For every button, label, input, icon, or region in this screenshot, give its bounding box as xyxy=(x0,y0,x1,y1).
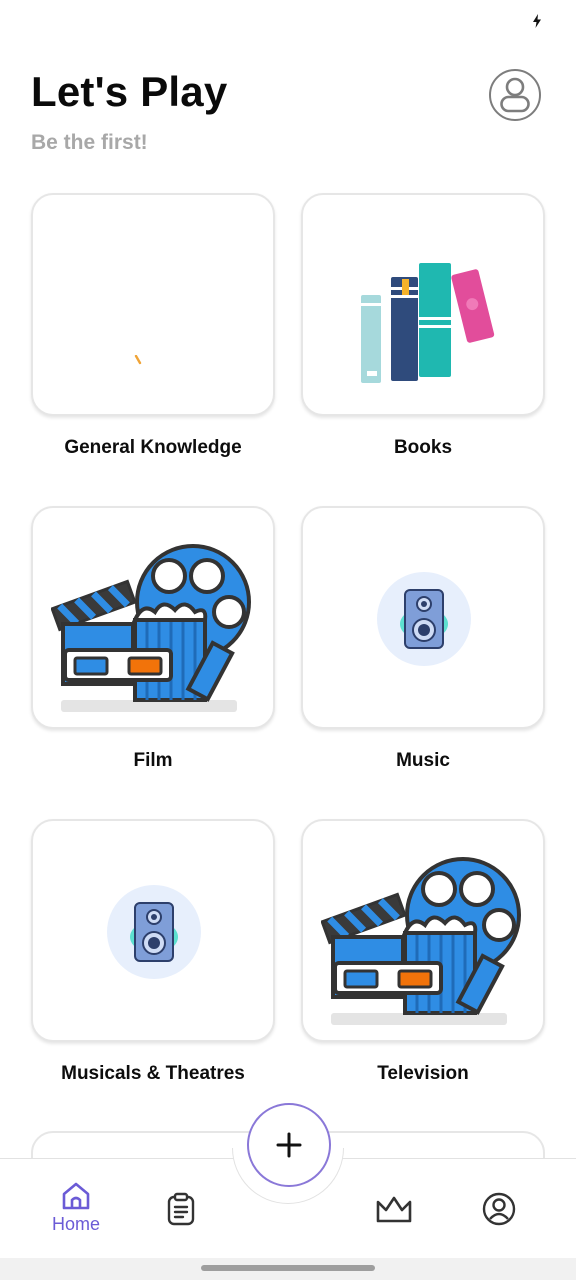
film-icon xyxy=(51,544,251,712)
user-icon xyxy=(500,77,530,113)
category-tile xyxy=(31,819,275,1042)
page-subtitle: Be the first! xyxy=(31,131,148,154)
speaker-icon xyxy=(377,572,471,666)
category-card-film[interactable]: Film xyxy=(31,506,275,772)
category-card-general-knowledge[interactable]: General Knowledge xyxy=(31,193,275,459)
category-tile xyxy=(301,506,545,729)
nav-leaderboard[interactable] xyxy=(374,1194,414,1224)
speaker-icon xyxy=(107,885,201,979)
profile-button[interactable] xyxy=(489,69,541,121)
category-tile xyxy=(301,193,545,416)
books-icon xyxy=(361,263,495,383)
film-icon xyxy=(321,857,521,1025)
nav-quizzes[interactable] xyxy=(163,1192,199,1226)
category-tile xyxy=(31,193,275,416)
status-bar xyxy=(0,0,576,40)
charging-icon xyxy=(533,14,541,28)
create-quiz-button[interactable] xyxy=(247,1103,331,1187)
category-label: Musicals & Theatres xyxy=(61,1063,245,1084)
category-card-books[interactable]: Books xyxy=(301,193,545,459)
category-tile xyxy=(31,506,275,729)
category-label: Television xyxy=(377,1063,469,1084)
page-title: Let's Play xyxy=(31,68,228,115)
category-card-television[interactable]: Television xyxy=(301,819,545,1085)
category-card-music[interactable]: Music xyxy=(301,506,545,772)
user-icon xyxy=(482,1192,516,1226)
category-label: General Knowledge xyxy=(64,437,242,458)
nav-home[interactable]: Home xyxy=(48,1180,104,1235)
category-label: Books xyxy=(393,437,453,458)
nav-profile[interactable] xyxy=(481,1192,517,1226)
category-tile xyxy=(301,819,545,1042)
plus-icon xyxy=(276,1132,302,1158)
home-icon xyxy=(62,1182,90,1210)
crown-icon xyxy=(376,1196,412,1223)
nav-home-label: Home xyxy=(51,1214,100,1234)
clipboard-icon xyxy=(167,1192,195,1226)
category-label: Music xyxy=(396,750,450,771)
home-indicator[interactable] xyxy=(201,1265,375,1271)
category-label: Film xyxy=(133,750,173,771)
category-card-musicals-theatres[interactable]: Musicals & Theatres xyxy=(31,819,275,1085)
loading-spinner-icon xyxy=(134,355,142,365)
